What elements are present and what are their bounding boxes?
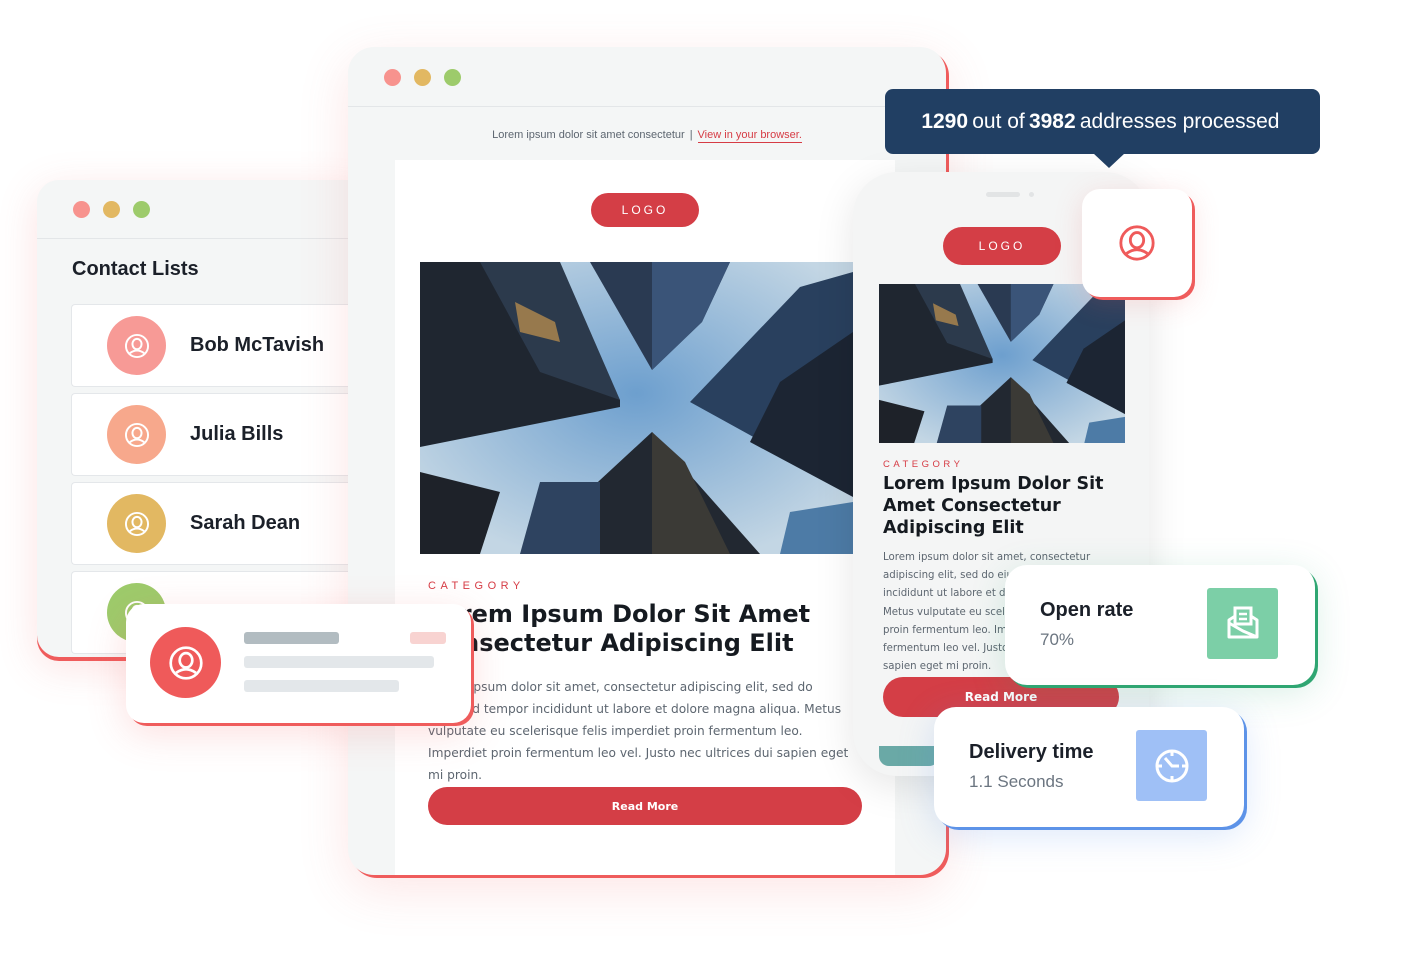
open-rate-card: Open rate 70%: [1005, 565, 1315, 685]
window-titlebar: [348, 47, 946, 107]
contact-avatar: [107, 405, 166, 464]
contact-item[interactable]: Sarah Dean: [71, 482, 367, 565]
out-of-text: out of: [972, 109, 1025, 133]
contact-lists-window: Contact Lists Bob McTavish Julia Bills S…: [37, 180, 367, 657]
maximize-window-dot[interactable]: [133, 201, 150, 218]
contact-avatar: [107, 494, 166, 553]
contact-avatar: [150, 627, 221, 698]
contact-name: Sarah Dean: [190, 512, 301, 534]
delivery-time-value: 1.1 Seconds: [969, 772, 1064, 791]
email-headline: Lorem Ipsum Dolor Sit Amet Consectetur A…: [883, 474, 1104, 538]
open-rate-label: Open rate: [1040, 599, 1134, 621]
user-circle-icon: [124, 511, 150, 537]
total-count: 3982: [1028, 109, 1076, 133]
email-headline: Lorem Ipsum Dolor Sit Amet Consectetur A…: [428, 600, 811, 657]
user-circle-icon: [168, 645, 204, 681]
open-envelope-icon: [1207, 588, 1278, 659]
minimize-window-dot[interactable]: [414, 69, 431, 86]
window-controls: [384, 69, 461, 86]
skeleton-name-line: [244, 632, 339, 644]
category-label: CATEGORY: [883, 459, 964, 470]
preheader-text: Lorem ipsum dolor sit amet consectetur: [492, 129, 685, 141]
skyscrapers-image: [420, 262, 853, 554]
contact-item[interactable]: Bob McTavish: [71, 304, 367, 387]
close-window-dot[interactable]: [73, 201, 90, 218]
skyscrapers-image: [879, 284, 1125, 443]
read-more-button[interactable]: Read More: [428, 787, 862, 825]
contact-name: Bob McTavish: [190, 334, 325, 356]
view-in-browser-link[interactable]: View in your browser.: [697, 129, 802, 143]
processed-count: 1290: [921, 109, 969, 133]
window-controls: [73, 201, 150, 218]
hero-image: [420, 262, 853, 554]
minimize-window-dot[interactable]: [103, 201, 120, 218]
phone-footer-block: [879, 746, 939, 766]
email-body-text: Lorem ipsum dolor sit amet, consectetur …: [428, 680, 849, 782]
delivery-time-card: Delivery time 1.1 Seconds: [934, 707, 1244, 827]
user-circle-icon: [124, 422, 150, 448]
status-suffix: addresses processed: [1079, 109, 1280, 133]
open-rate-value: 70%: [1040, 630, 1075, 649]
contact-item[interactable]: Julia Bills: [71, 393, 367, 476]
contact-skeleton-card[interactable]: [126, 604, 471, 723]
contact-name: Julia Bills: [190, 423, 284, 445]
user-circle-icon: [1118, 224, 1156, 262]
contact-avatar: [107, 316, 166, 375]
phone-camera: [1029, 192, 1034, 197]
delivery-time-label: Delivery time: [969, 741, 1094, 763]
phone-speaker: [986, 192, 1020, 197]
maximize-window-dot[interactable]: [444, 69, 461, 86]
clock-icon: [1136, 730, 1207, 801]
processing-status-tooltip: 1290 out of 3982 addresses processed: [885, 89, 1320, 168]
preheader-separator: |: [689, 129, 693, 141]
skeleton-line: [244, 656, 434, 668]
logo-button[interactable]: LOGO: [943, 227, 1061, 265]
hero-image: [879, 284, 1125, 443]
contact-lists-title: Contact Lists: [72, 258, 199, 280]
profile-card[interactable]: [1082, 189, 1192, 297]
logo-button[interactable]: LOGO: [591, 193, 699, 227]
window-titlebar: [37, 180, 367, 239]
close-window-dot[interactable]: [384, 69, 401, 86]
email-body: LOGO CATEGORY Lorem Ipsum Dolor Sit Amet…: [395, 160, 895, 875]
category-label: CATEGORY: [428, 580, 525, 592]
skeleton-line: [244, 680, 399, 692]
skeleton-badge: [410, 632, 446, 644]
user-circle-icon: [124, 333, 150, 359]
email-preheader: Lorem ipsum dolor sit amet consectetur | V…: [348, 129, 946, 143]
